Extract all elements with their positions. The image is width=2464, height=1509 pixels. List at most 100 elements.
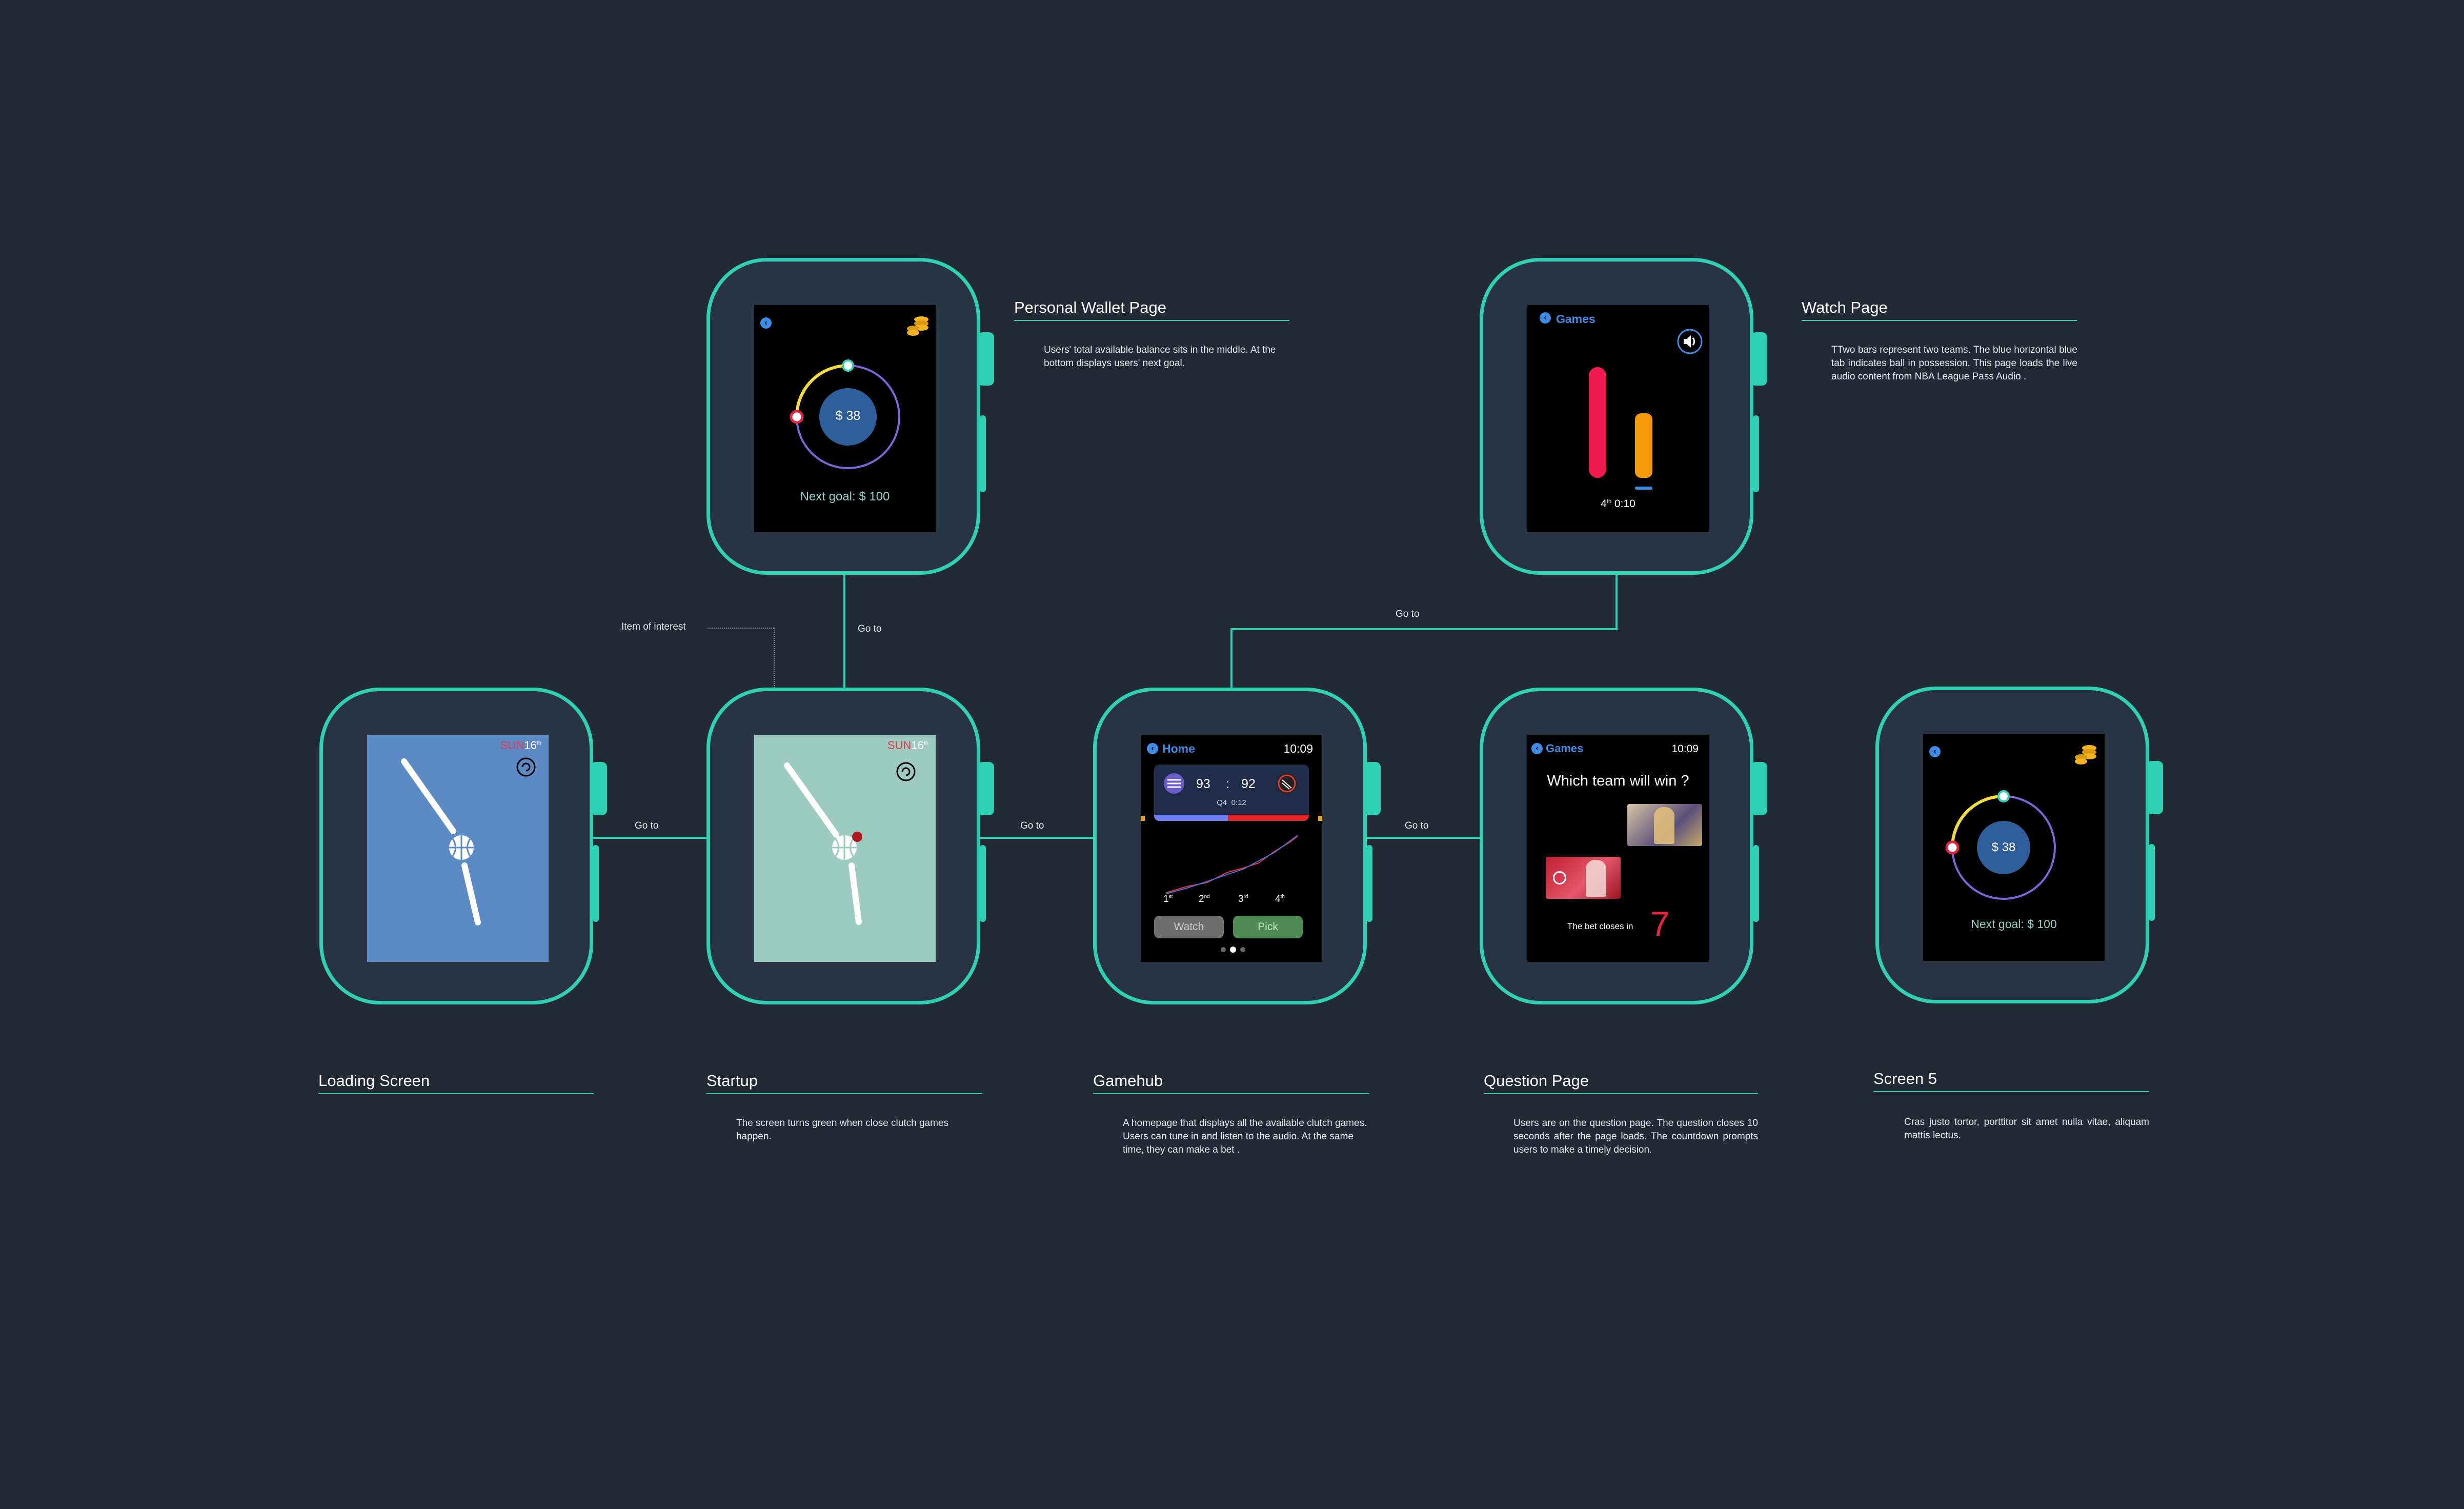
watch-side-button[interactable] <box>980 845 986 922</box>
screen-title-screen5: Screen 5 <box>1873 1070 1937 1088</box>
quarter-number: 4 <box>1601 498 1607 510</box>
clock-time: 0:10 <box>1614 498 1635 510</box>
scoreboard-card[interactable]: 93 : 92 Q4 0:12 <box>1154 764 1309 821</box>
screen5-display: ‹ $ 38 Next goal: $ 100 <box>1923 734 2105 961</box>
screen-title-gamehub: Gamehub <box>1093 1072 1163 1090</box>
watch-loading-screen[interactable]: SUN16th <box>319 688 607 1004</box>
player-photo-icon <box>1654 807 1674 844</box>
coins-icon <box>907 316 928 336</box>
connector-startup-wallet <box>843 574 845 691</box>
away-score: 92 <box>1241 777 1256 791</box>
goto-label: Go to <box>635 820 659 831</box>
team-option-rockets[interactable] <box>1546 857 1621 899</box>
startup-screen-display: SUN16th <box>754 735 936 962</box>
watch-side-button[interactable] <box>1366 845 1372 922</box>
page-dot[interactable] <box>1240 947 1245 952</box>
watch-side-button[interactable] <box>2149 844 2155 921</box>
watch-screen-5[interactable]: ‹ $ 38 Next goal: $ 100 <box>1875 687 2163 1003</box>
watch-watch-page[interactable]: ‹ Games 4th 0:10 <box>1480 258 1767 575</box>
gamehub-screen-display: ‹ Home 10:09 93 : 92 Q4 0:12 1st 2nd 3rd… <box>1141 735 1322 962</box>
goto-label: Go to <box>858 623 882 634</box>
card-edge-marker <box>1141 816 1145 821</box>
nav-home-label[interactable]: Home <box>1162 742 1195 756</box>
screen-description-question: Users are on the question page. The ques… <box>1513 1118 1758 1155</box>
watch-side-button[interactable] <box>593 845 599 922</box>
wallet-screen-display: ‹ $ 38 Next goal: $ 100 <box>754 305 936 532</box>
title-underline <box>706 1093 982 1094</box>
watch-startup[interactable]: SUN16th <box>706 688 994 1004</box>
item-of-interest-marker[interactable] <box>852 832 862 842</box>
screen-description-watchpage: TTwo bars represent two teams. The blue … <box>1831 345 2077 382</box>
watch-crown[interactable] <box>1751 332 1767 386</box>
page-dot[interactable] <box>1221 947 1226 952</box>
screen-description-gamehub: A homepage that displays all the availab… <box>1123 1118 1367 1155</box>
annotation-leader-line <box>708 628 774 629</box>
connector-loading-startup <box>590 837 711 839</box>
watch-crown[interactable] <box>978 332 994 386</box>
clock-face <box>784 762 916 925</box>
title-underline <box>1802 320 2077 321</box>
watch-personal-wallet[interactable]: ‹ $ 38 Next goal: $ 100 <box>706 258 994 575</box>
watch-crown[interactable] <box>1364 762 1381 815</box>
watch-side-button[interactable] <box>1753 415 1759 492</box>
question-text: Which team will win ? <box>1547 773 1689 789</box>
score-separator: : <box>1226 777 1229 791</box>
coins-icon <box>2075 745 2096 764</box>
watch-crown[interactable] <box>2147 761 2163 814</box>
question-screen-display: ‹ Games 10:09 Which team will win ? The … <box>1527 735 1709 962</box>
watch-side-button[interactable] <box>980 415 986 492</box>
countdown-number: 7 <box>1650 904 1670 943</box>
goto-label: Go to <box>1396 609 1420 619</box>
watchpage-screen-display: ‹ Games 4th 0:10 <box>1527 305 1709 532</box>
back-arrow-icon[interactable]: ‹ <box>1147 743 1158 754</box>
quarter-label[interactable]: 2nd <box>1199 894 1210 905</box>
clock-face <box>401 757 536 925</box>
watch-question-page[interactable]: ‹ Games 10:09 Which team will win ? The … <box>1480 688 1767 1004</box>
pick-button[interactable]: Pick <box>1233 916 1303 938</box>
quarter-label[interactable]: 4th <box>1275 894 1285 905</box>
watch-gamehub[interactable]: ‹ Home 10:09 93 : 92 Q4 0:12 1st 2nd 3rd… <box>1093 688 1381 1004</box>
possession-bar-home <box>1154 815 1228 821</box>
bet-closes-label: The bet closes in <box>1567 921 1633 931</box>
balance-amount: $ 38 <box>1991 840 2016 854</box>
sync-icon <box>896 762 916 781</box>
status-time: 10:09 <box>1671 743 1699 755</box>
watch-button[interactable]: Watch <box>1154 916 1224 938</box>
quarter-labels: 1st 2nd 3rd 4th <box>1141 894 1322 909</box>
back-arrow-icon[interactable]: ‹ <box>1929 746 1941 757</box>
balance-amount: $ 38 <box>835 409 861 423</box>
title-underline <box>1014 320 1289 321</box>
title-underline <box>318 1093 594 1094</box>
loading-screen-display: SUN16th <box>367 735 549 962</box>
nav-games-label[interactable]: Games <box>1546 742 1583 755</box>
page-indicator[interactable] <box>1213 946 1254 953</box>
quarter-label[interactable]: 3rd <box>1238 894 1248 905</box>
title-underline <box>1484 1093 1758 1094</box>
watch-crown[interactable] <box>1751 762 1767 815</box>
watch-side-button[interactable] <box>1753 845 1759 922</box>
possession-tab <box>1635 487 1652 490</box>
connector-watchpage-down <box>1615 574 1618 630</box>
card-edge-marker <box>1318 816 1322 821</box>
quarter-label[interactable]: 1st <box>1163 894 1173 905</box>
goal-end-marker <box>1997 790 2010 802</box>
page-dot-active[interactable] <box>1230 947 1236 953</box>
status-time: 10:09 <box>1283 742 1313 755</box>
annotation-item-of-interest: Item of interest <box>621 621 686 632</box>
back-arrow-icon[interactable]: ‹ <box>1531 743 1543 754</box>
connector-gamehub-watchpage-horizontal <box>1230 628 1618 630</box>
team-option-warriors[interactable] <box>1627 804 1702 846</box>
home-score: 93 <box>1196 777 1210 791</box>
connector-startup-gamehub <box>977 837 1096 839</box>
goto-label: Go to <box>1020 820 1044 831</box>
title-underline <box>1873 1091 2149 1092</box>
sync-icon <box>516 757 536 777</box>
screen-description-screen5: Cras justo tortor, porttitor sit amet nu… <box>1904 1117 2149 1141</box>
watch-crown[interactable] <box>978 762 994 815</box>
screen-description-startup: The screen turns green when close clutch… <box>736 1118 948 1142</box>
watch-crown[interactable] <box>591 762 607 815</box>
connector-gamehub-question <box>1364 837 1482 839</box>
back-arrow-icon[interactable]: ‹ <box>760 317 772 329</box>
progress-marker <box>790 410 804 424</box>
title-underline <box>1093 1093 1369 1094</box>
